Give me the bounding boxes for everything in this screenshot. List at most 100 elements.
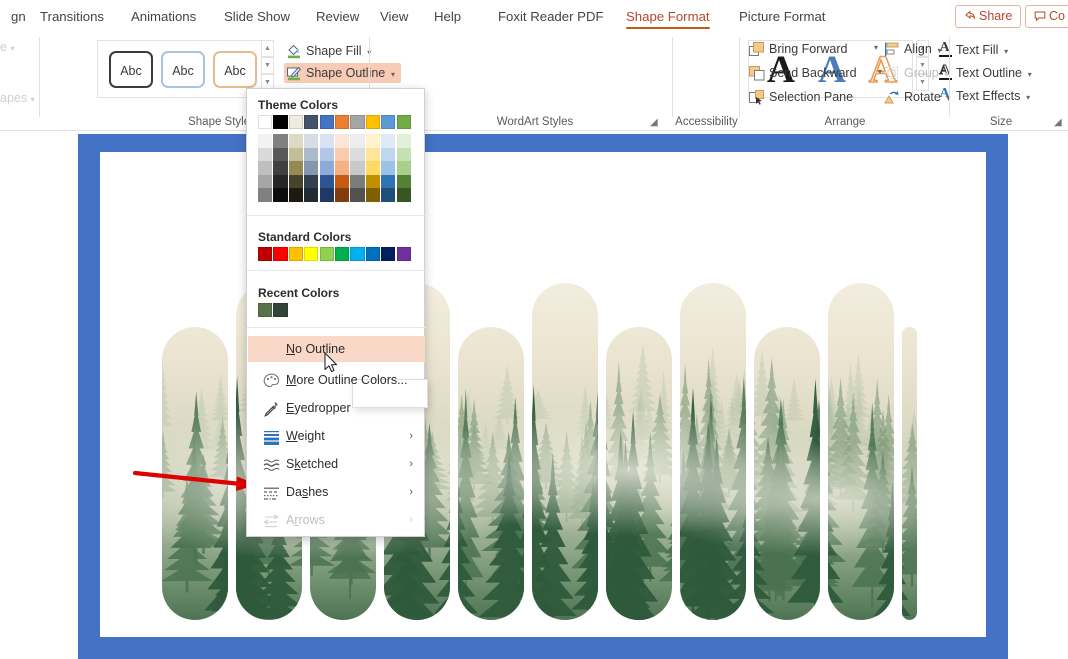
- color-swatch[interactable]: [319, 188, 334, 202]
- tab-shape-format[interactable]: Shape Format: [615, 0, 721, 33]
- color-swatch[interactable]: [288, 115, 303, 130]
- color-swatch[interactable]: [396, 115, 411, 130]
- tab-foxit-reader-pdf[interactable]: Foxit Reader PDF: [487, 0, 615, 33]
- color-swatch[interactable]: [335, 174, 350, 189]
- gallery-scroll-up-button[interactable]: ▲: [261, 40, 274, 57]
- color-swatch[interactable]: [319, 134, 334, 148]
- picture-pill-shape[interactable]: [458, 327, 524, 620]
- color-swatch[interactable]: [335, 147, 350, 162]
- slide[interactable]: [78, 134, 1008, 659]
- menu-item-weight[interactable]: Weight ›: [248, 423, 425, 449]
- color-swatch[interactable]: [365, 147, 380, 162]
- color-swatch[interactable]: [288, 134, 303, 148]
- color-swatch[interactable]: [335, 188, 350, 202]
- picture-pill-shape[interactable]: [828, 283, 894, 620]
- color-swatch[interactable]: [273, 188, 288, 202]
- color-swatch[interactable]: [288, 147, 303, 162]
- menu-item-dashes[interactable]: Dashes ›: [248, 479, 425, 505]
- picture-pill-shape[interactable]: [606, 327, 672, 620]
- shape-style-thumb-2[interactable]: Abc: [161, 51, 205, 88]
- gallery-scroll-down-button[interactable]: ▼: [261, 57, 274, 74]
- tab-picture-format[interactable]: Picture Format: [728, 0, 836, 33]
- color-swatch[interactable]: [273, 134, 288, 148]
- color-swatch[interactable]: [304, 247, 319, 262]
- color-swatch[interactable]: [288, 174, 303, 189]
- color-swatch[interactable]: [381, 188, 396, 202]
- align-button[interactable]: Align ▾: [883, 39, 942, 60]
- color-swatch[interactable]: [304, 134, 319, 148]
- shape-fill-button[interactable]: Shape Fill ▾: [284, 41, 377, 61]
- tab-transitions[interactable]: Transitions: [29, 0, 115, 33]
- wordart-dialog-launcher[interactable]: ◢: [650, 117, 661, 128]
- color-swatch[interactable]: [258, 134, 273, 148]
- color-swatch[interactable]: [350, 188, 365, 202]
- color-swatch[interactable]: [273, 247, 288, 262]
- color-swatch[interactable]: [350, 174, 365, 189]
- rotate-button[interactable]: Rotate ▾: [883, 87, 951, 108]
- tab-slide-show[interactable]: Slide Show: [213, 0, 301, 33]
- color-swatch[interactable]: [365, 161, 380, 175]
- picture-pill-shape[interactable]: [902, 327, 917, 620]
- color-swatch[interactable]: [350, 134, 365, 148]
- color-swatch[interactable]: [258, 303, 273, 318]
- color-swatch[interactable]: [304, 174, 319, 189]
- tab-review[interactable]: Review: [305, 0, 370, 33]
- color-swatch[interactable]: [396, 188, 411, 202]
- comments-button[interactable]: Co: [1025, 5, 1068, 28]
- color-swatch[interactable]: [381, 247, 396, 262]
- color-swatch[interactable]: [381, 134, 396, 148]
- color-swatch[interactable]: [273, 147, 288, 162]
- color-swatch[interactable]: [335, 115, 350, 130]
- color-swatch[interactable]: [396, 134, 411, 148]
- color-swatch[interactable]: [319, 161, 334, 175]
- color-swatch[interactable]: [365, 188, 380, 202]
- share-button[interactable]: Share: [955, 5, 1022, 28]
- color-swatch[interactable]: [396, 147, 411, 162]
- color-swatch[interactable]: [319, 115, 334, 130]
- color-swatch[interactable]: [273, 174, 288, 189]
- color-swatch[interactable]: [381, 115, 396, 130]
- color-swatch[interactable]: [273, 303, 288, 318]
- color-swatch[interactable]: [350, 147, 365, 162]
- color-swatch[interactable]: [381, 174, 396, 189]
- shape-style-thumb-3[interactable]: Abc: [213, 51, 257, 88]
- color-swatch[interactable]: [258, 188, 273, 202]
- color-swatch[interactable]: [350, 247, 365, 262]
- color-swatch[interactable]: [304, 161, 319, 175]
- color-swatch[interactable]: [258, 247, 273, 262]
- edit-shape-truncated[interactable]: e ▾: [0, 40, 14, 54]
- color-swatch[interactable]: [304, 115, 319, 130]
- picture-pill-shape[interactable]: [532, 283, 598, 620]
- color-swatch[interactable]: [396, 174, 411, 189]
- menu-item-eyedropper[interactable]: Eyedropper: [248, 395, 425, 421]
- color-swatch[interactable]: [273, 161, 288, 175]
- color-swatch[interactable]: [396, 161, 411, 175]
- shape-outline-color-menu[interactable]: Theme Colors Standard Colors Recent Colo…: [246, 88, 428, 537]
- color-swatch[interactable]: [304, 188, 319, 202]
- send-backward-button[interactable]: Send Backward: [748, 63, 857, 84]
- color-swatch[interactable]: [258, 174, 273, 189]
- color-swatch[interactable]: [258, 147, 273, 162]
- color-swatch[interactable]: [381, 147, 396, 162]
- color-swatch[interactable]: [396, 247, 411, 262]
- picture-pill-shape[interactable]: [680, 283, 746, 620]
- color-swatch[interactable]: [350, 161, 365, 175]
- picture-pill-shape[interactable]: [754, 327, 820, 620]
- color-swatch[interactable]: [335, 134, 350, 148]
- size-dialog-launcher[interactable]: ◢: [1054, 117, 1065, 128]
- tab-animations[interactable]: Animations: [120, 0, 207, 33]
- color-swatch[interactable]: [365, 247, 380, 262]
- color-swatch[interactable]: [335, 161, 350, 175]
- color-swatch[interactable]: [288, 188, 303, 202]
- menu-item-sketched[interactable]: Sketched ›: [248, 451, 425, 477]
- color-swatch[interactable]: [365, 115, 380, 130]
- color-swatch[interactable]: [319, 247, 334, 262]
- color-swatch[interactable]: [288, 247, 303, 262]
- color-swatch[interactable]: [258, 161, 273, 175]
- tab-help[interactable]: Help: [423, 0, 472, 33]
- color-swatch[interactable]: [381, 161, 396, 175]
- color-swatch[interactable]: [258, 115, 273, 130]
- color-swatch[interactable]: [288, 161, 303, 175]
- color-swatch[interactable]: [365, 174, 380, 189]
- color-swatch[interactable]: [319, 174, 334, 189]
